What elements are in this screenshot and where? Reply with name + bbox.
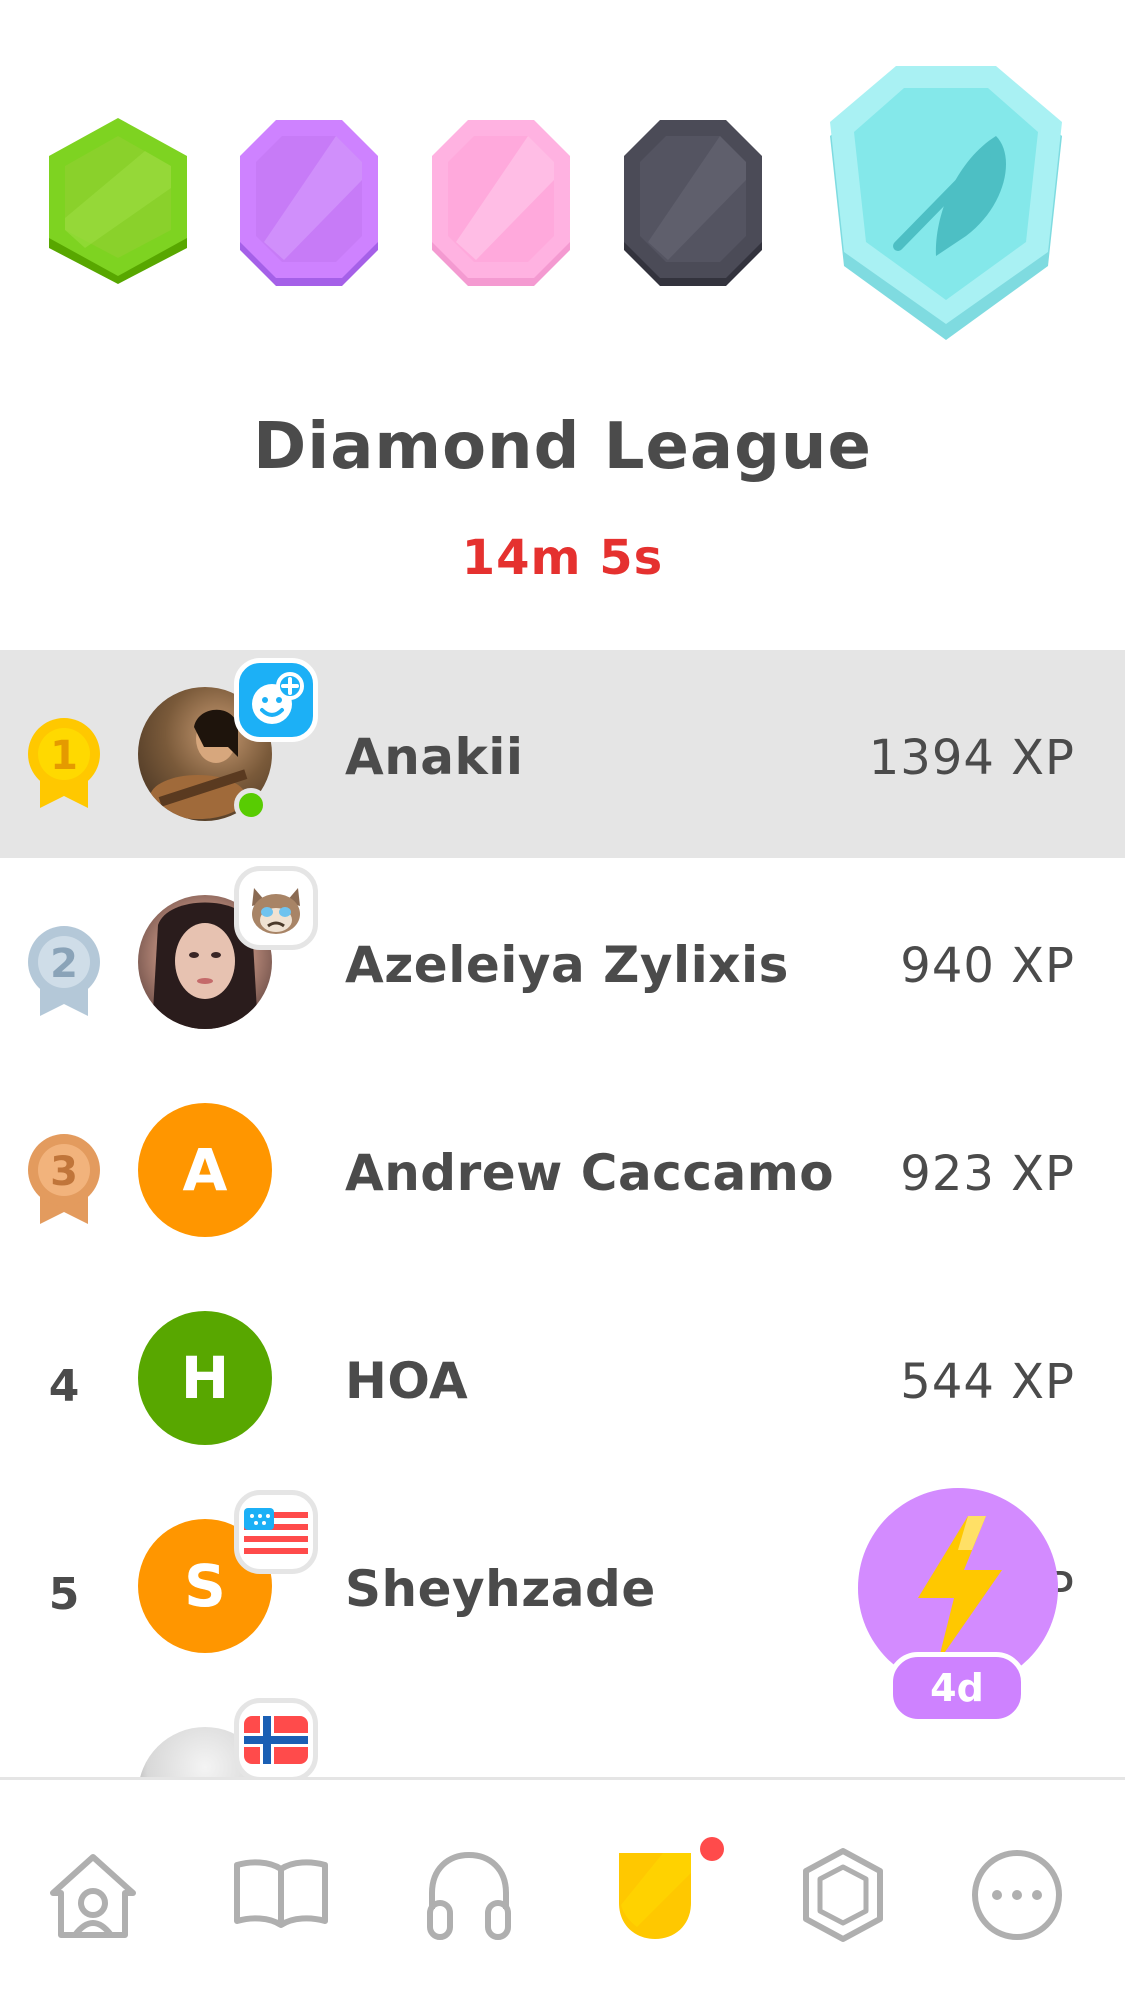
user-xp: 1394 XP (868, 730, 1075, 786)
bottom-nav (0, 1777, 1125, 2004)
rank-number: 3 (50, 1149, 78, 1195)
obsidian-league-badge (624, 120, 762, 286)
gold-medal-icon: 1 (28, 718, 100, 808)
norway-flag-badge (234, 1698, 318, 1778)
xp-boost-powerup[interactable]: 4d (856, 1486, 1060, 1726)
user-xp: 940 XP (900, 938, 1075, 994)
powerup-duration: 4d (888, 1652, 1026, 1724)
user-name: Andrew Caccamo (345, 1144, 835, 1202)
rank-medal: 2 (22, 926, 106, 1016)
user-name: Sheyhzade (345, 1560, 656, 1618)
nav-leaderboards[interactable] (600, 1840, 710, 1950)
rank-medal: 1 (22, 718, 106, 808)
us-flag-icon (244, 1508, 308, 1556)
pearl-league-badge (432, 120, 570, 286)
user-name: HOA (345, 1352, 469, 1410)
super-badge (234, 658, 318, 742)
user-xp: 923 XP (900, 1146, 1075, 1202)
headphones-icon (427, 1851, 511, 1940)
user-name: Azeleiya Zylixis (345, 936, 789, 994)
smiley-plus-icon (252, 672, 304, 724)
nav-home[interactable] (38, 1840, 148, 1950)
home-icon (50, 1854, 136, 1938)
league-title: Diamond League (253, 410, 872, 484)
shop-gem-icon (803, 1848, 883, 1942)
rank-number: 5 (48, 1568, 80, 1620)
grumpy-cat-icon (252, 888, 300, 934)
online-indicator (234, 788, 268, 822)
leaderboard-row[interactable]: 2 Azeleiya Zylixis 940 XP (0, 858, 1125, 1066)
silver-medal-icon: 2 (28, 926, 100, 1016)
book-icon (234, 1859, 328, 1928)
nav-shop[interactable] (788, 1840, 898, 1950)
emerald-league-badge (49, 118, 187, 284)
notification-dot (700, 1837, 724, 1861)
avatar[interactable]: A (138, 1103, 272, 1237)
leaderboard-row[interactable]: 4 H HOA 544 XP (0, 1274, 1125, 1482)
us-flag-badge (234, 1490, 318, 1574)
bronze-medal-icon: 3 (28, 1134, 100, 1224)
norway-flag-icon (244, 1716, 308, 1764)
leaderboard-row[interactable]: 1 Anakii 1394 XP (0, 650, 1125, 858)
league-timer: 14m 5s (461, 530, 664, 586)
nav-more[interactable] (962, 1840, 1072, 1950)
diamond-league-badge (830, 66, 1062, 340)
nav-listening[interactable] (414, 1840, 524, 1950)
more-icon (972, 1850, 1062, 1940)
amethyst-league-badge (240, 120, 378, 286)
avatar-letter: A (182, 1136, 228, 1204)
rank-medal: 3 (22, 1134, 106, 1224)
user-xp: 544 XP (900, 1354, 1075, 1410)
avatar-letter: H (180, 1344, 230, 1412)
league-shield-icon (619, 1853, 691, 1939)
rank-number: 1 (50, 733, 78, 779)
rank-number: 2 (50, 941, 78, 987)
nav-stories[interactable] (226, 1840, 336, 1950)
cat-avatar-badge (234, 866, 318, 950)
rank-number: 4 (48, 1360, 80, 1412)
avatar-letter: S (184, 1552, 226, 1620)
avatar[interactable]: H (138, 1311, 272, 1445)
leaderboard-row[interactable]: 3 A Andrew Caccamo 923 XP (0, 1066, 1125, 1274)
user-name: Anakii (345, 728, 524, 786)
